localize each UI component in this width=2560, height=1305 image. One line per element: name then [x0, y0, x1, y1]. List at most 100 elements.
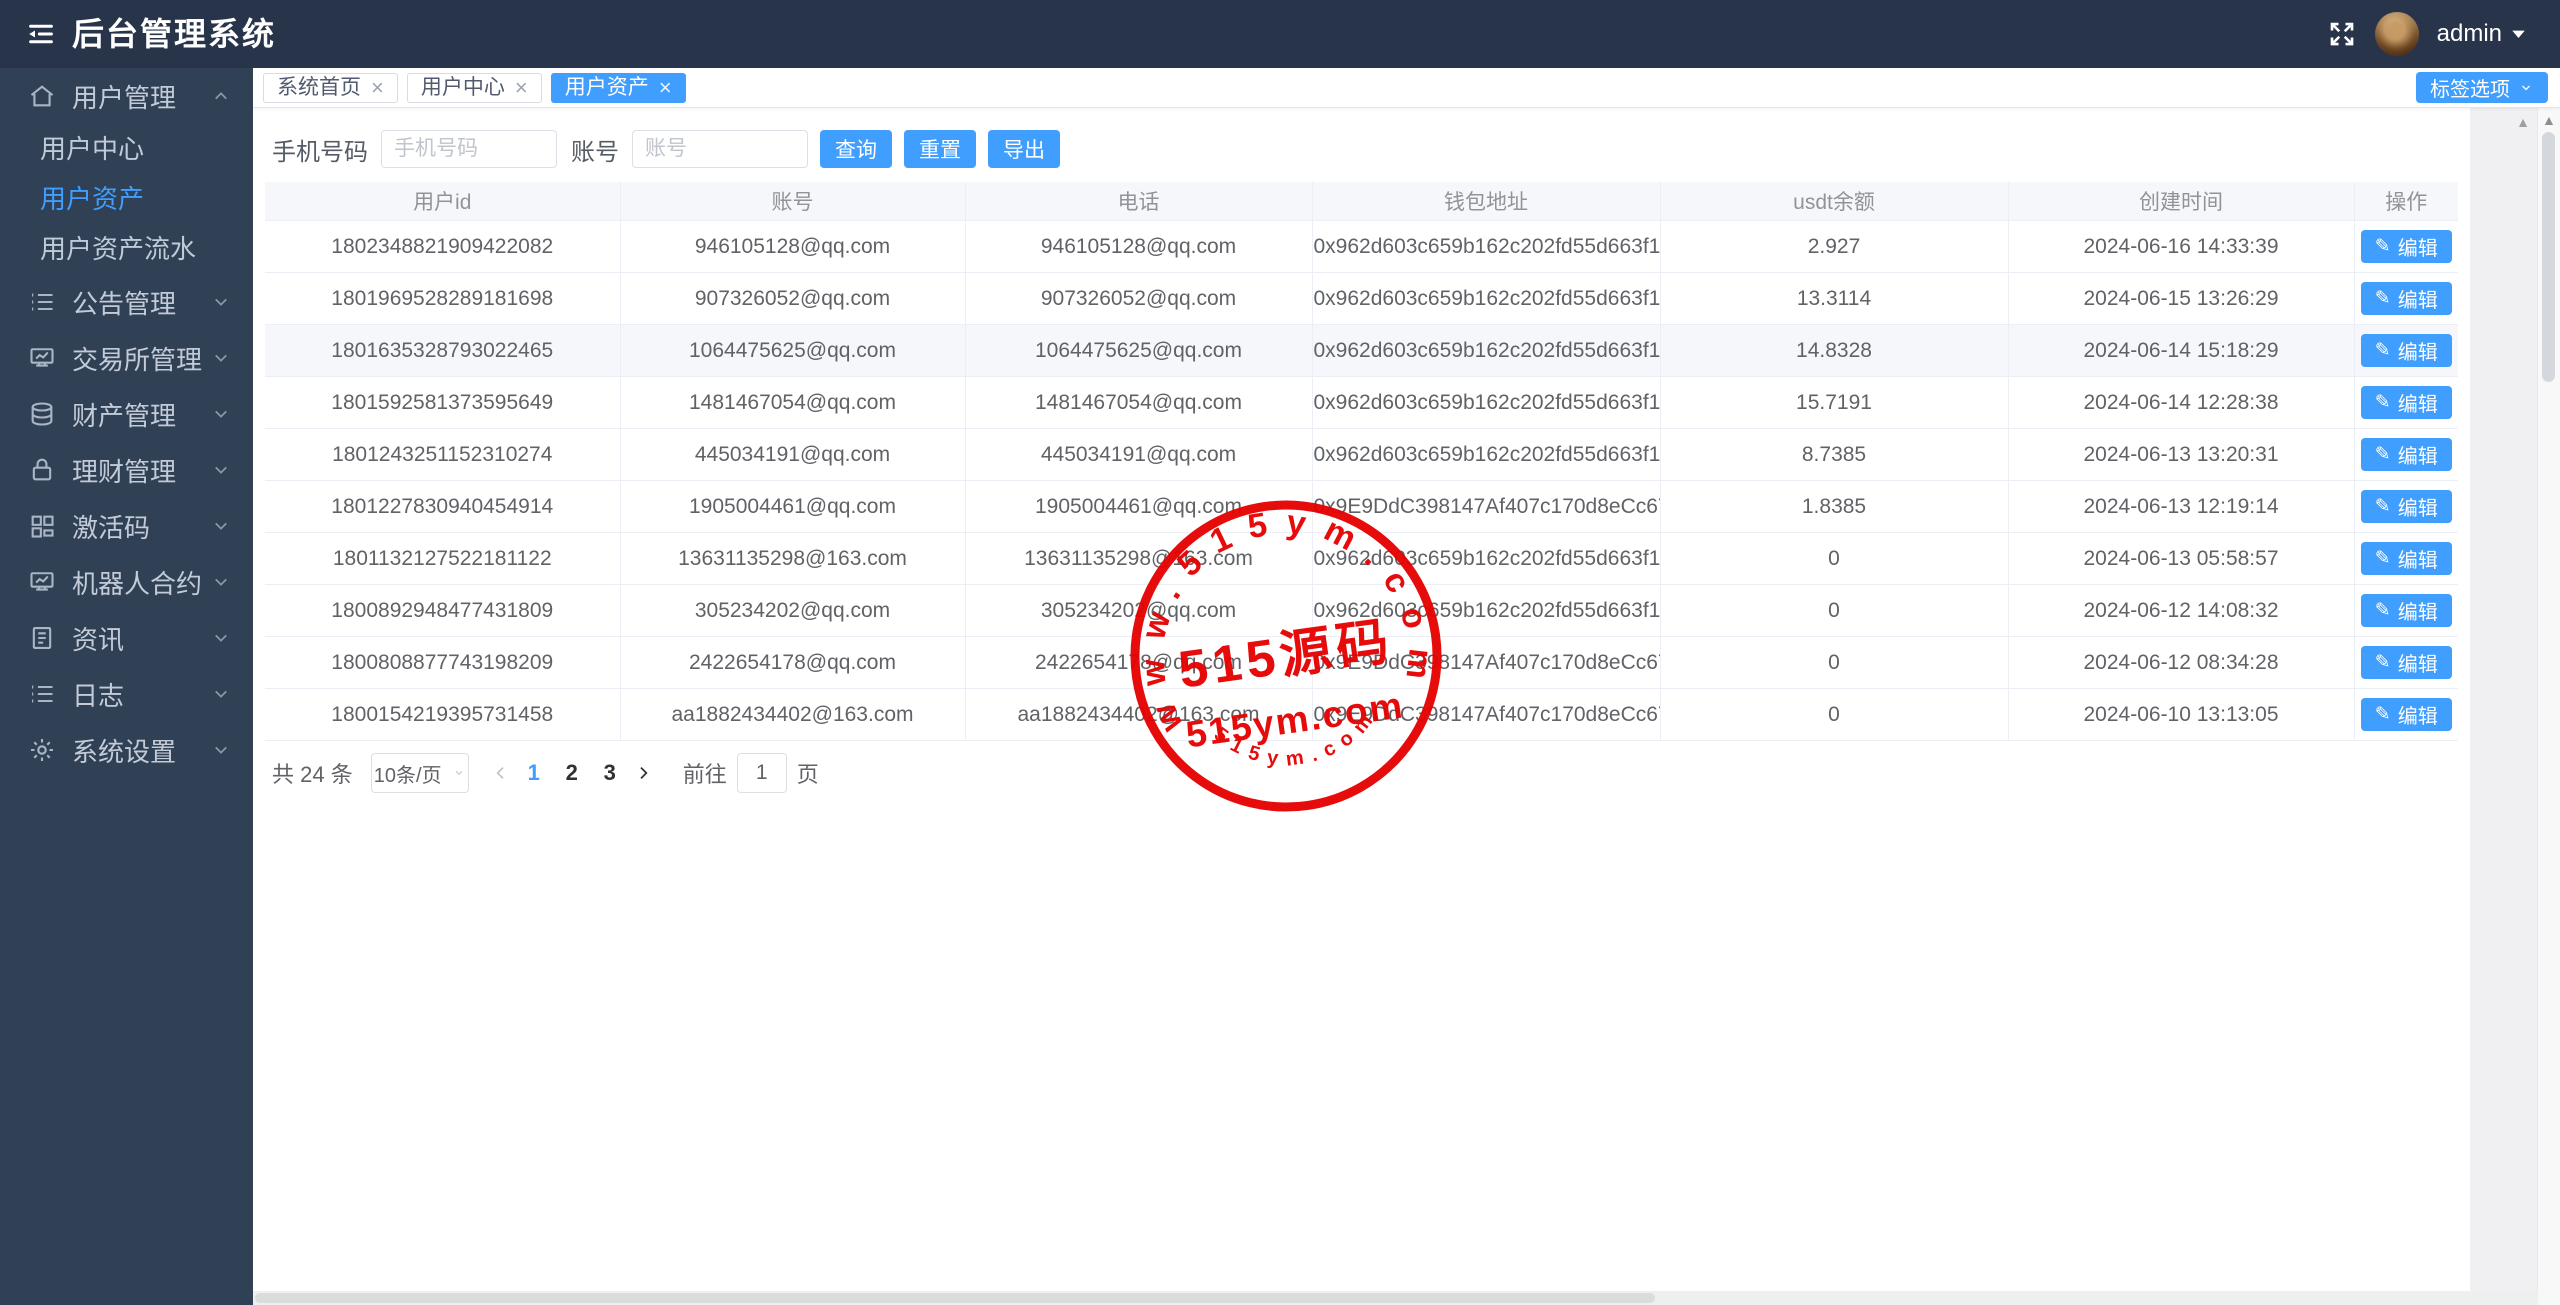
- tab-label: 用户资产: [565, 74, 649, 102]
- goto-label: 前往: [683, 757, 727, 789]
- scroll-up-icon[interactable]: ▲: [2542, 112, 2556, 128]
- user-menu[interactable]: admin: [2437, 20, 2526, 48]
- close-icon[interactable]: ×: [659, 77, 672, 99]
- chevron-down-icon: [452, 768, 466, 778]
- header-right: admin: [2327, 0, 2526, 68]
- lock-icon: [28, 456, 56, 484]
- sidebar-item-activation-code[interactable]: 激活码: [0, 498, 253, 554]
- vertical-scrollbar[interactable]: ▲: [2537, 108, 2560, 1305]
- cell-wallet: 0x962d603c659b162c202fd55d663f1d5d0db32a…: [1312, 273, 1660, 325]
- sidebar-subitem-0-0[interactable]: 用户中心: [0, 124, 253, 174]
- edit-button[interactable]: ✎编辑: [2361, 230, 2452, 263]
- sidebar-item-property-management[interactable]: 财产管理: [0, 386, 253, 442]
- inner-scroll-up-icon[interactable]: ▲: [2516, 114, 2530, 130]
- cell-created: 2024-06-13 13:20:31: [2008, 429, 2354, 481]
- chevron-down-icon: [211, 741, 231, 759]
- cell-created: 2024-06-16 14:33:39: [2008, 221, 2354, 273]
- horizontal-scrollbar[interactable]: [253, 1291, 2538, 1305]
- cell-wallet: 0x962d603c659b162c202fd55d663f1d5d0db32a…: [1312, 221, 1660, 273]
- pencil-icon: ✎: [2375, 443, 2391, 466]
- board-icon: [28, 344, 56, 372]
- list-icon: [28, 680, 56, 708]
- cell-created: 2024-06-10 13:13:05: [2008, 689, 2354, 741]
- search-button[interactable]: 查询: [820, 130, 892, 168]
- page-number-2[interactable]: 2: [553, 760, 591, 786]
- edit-button[interactable]: ✎编辑: [2361, 646, 2452, 679]
- sidebar-item-robot-contract[interactable]: 机器人合约: [0, 554, 253, 610]
- goto-page-input[interactable]: [737, 753, 787, 793]
- edit-button[interactable]: ✎编辑: [2361, 594, 2452, 627]
- fullscreen-icon[interactable]: [2327, 19, 2357, 49]
- sidebar-item-logs[interactable]: 日志: [0, 666, 253, 722]
- content-gutter: ▲: [2473, 108, 2538, 1291]
- table-row: 18008088777431982092422654178@qq.com2422…: [265, 637, 2458, 689]
- sidebar-item-finance-management[interactable]: 理财管理: [0, 442, 253, 498]
- phone-input[interactable]: [381, 130, 557, 168]
- vertical-scrollbar-thumb[interactable]: [2542, 132, 2555, 382]
- edit-button-label: 编辑: [2398, 440, 2438, 469]
- cell-created: 2024-06-15 13:26:29: [2008, 273, 2354, 325]
- edit-button-label: 编辑: [2398, 284, 2438, 313]
- avatar[interactable]: [2375, 12, 2419, 56]
- column-header-3: 钱包地址: [1312, 182, 1660, 221]
- chevron-up-icon: [211, 87, 231, 105]
- pencil-icon: ✎: [2375, 287, 2391, 310]
- cell-id: 1800808877743198209: [265, 637, 620, 689]
- edit-button[interactable]: ✎编辑: [2361, 334, 2452, 367]
- next-page-button[interactable]: [635, 765, 651, 781]
- sidebar-collapse-icon[interactable]: [26, 19, 56, 49]
- pencil-icon: ✎: [2375, 703, 2391, 726]
- tab-home[interactable]: 系统首页×: [263, 73, 398, 103]
- sidebar-item-news[interactable]: 资讯: [0, 610, 253, 666]
- edit-button[interactable]: ✎ 编辑: [2361, 282, 2452, 315]
- column-header-2: 电话: [965, 182, 1312, 221]
- cell-actions: ✎编辑: [2354, 637, 2458, 689]
- page-suffix: 页: [797, 757, 819, 789]
- reset-button[interactable]: 重置: [904, 130, 976, 168]
- page-number-1[interactable]: 1: [515, 760, 553, 786]
- sidebar-item-system-settings[interactable]: 系统设置: [0, 722, 253, 778]
- edit-button-label: 编辑: [2398, 544, 2438, 573]
- export-button[interactable]: 导出: [988, 130, 1060, 168]
- sidebar-subitem-0-2[interactable]: 用户资产流水: [0, 224, 253, 274]
- horizontal-scrollbar-thumb[interactable]: [255, 1293, 1655, 1303]
- sidebar-item-exchange-management[interactable]: 交易所管理: [0, 330, 253, 386]
- tab-user-assets[interactable]: 用户资产 ×: [551, 73, 686, 103]
- table-row: 1801969528289181698907326052@qq.com90732…: [265, 273, 2458, 325]
- cell-actions: ✎ 编辑: [2354, 273, 2458, 325]
- main-area: 系统首页×用户中心×用户资产× 标签选项 手机号码 账号 查询 重置 导出 用户…: [253, 68, 2560, 1305]
- close-icon[interactable]: ×: [515, 77, 528, 99]
- edit-button[interactable]: ✎编辑: [2361, 698, 2452, 731]
- edit-button[interactable]: ✎ 编辑: [2361, 438, 2452, 471]
- sidebar-item-label: 交易所管理: [72, 340, 202, 377]
- edit-button-label: 编辑: [2398, 492, 2438, 521]
- pencil-icon: ✎: [2375, 495, 2391, 518]
- page-size-select[interactable]: 10条/页: [371, 753, 469, 793]
- column-header-5: 创建时间: [2008, 182, 2354, 221]
- edit-button[interactable]: ✎ 编辑: [2361, 490, 2452, 523]
- account-input[interactable]: [632, 130, 808, 168]
- tab-bar: 系统首页× 用户中心× 用户资产 × 标签选项: [253, 68, 2560, 108]
- cell-actions: ✎编辑: [2354, 221, 2458, 273]
- sidebar-item-user-management[interactable]: 用户管理: [0, 68, 253, 124]
- tab-user-center[interactable]: 用户中心×: [407, 73, 542, 103]
- cell-usdt: 8.7385: [1660, 429, 2008, 481]
- cell-account: 445034191@qq.com: [620, 429, 965, 481]
- edit-button[interactable]: ✎编辑: [2361, 386, 2452, 419]
- cell-phone: 907326052@qq.com: [965, 273, 1312, 325]
- column-header-6: 操作: [2354, 182, 2458, 221]
- sidebar-item-announcement-management[interactable]: 公告管理: [0, 274, 253, 330]
- page-number-3[interactable]: 3: [591, 760, 629, 786]
- cell-usdt: 0: [1660, 533, 2008, 585]
- table-row: 1802348821909422082946105128@qq.com94610…: [265, 221, 2458, 273]
- cell-account: 1905004461@qq.com: [620, 481, 965, 533]
- edit-button[interactable]: ✎编辑: [2361, 542, 2452, 575]
- sidebar: 用户管理用户中心用户资产用户资产流水公告管理交易所管理财产管理理财管理激活码机器…: [0, 68, 253, 1305]
- sidebar-subitem-0-1[interactable]: 用户资产: [0, 174, 253, 224]
- prev-page-button[interactable]: [493, 765, 509, 781]
- close-icon[interactable]: ×: [371, 77, 384, 99]
- cell-wallet: 0x9E9DdC398147Af407c170d8eCc67aaea0EdE33…: [1312, 481, 1660, 533]
- table-row: 18012278309404549141905004461@qq.com1905…: [265, 481, 2458, 533]
- table-row: 180113212752218112213631135298@163.com13…: [265, 533, 2458, 585]
- tab-options-button[interactable]: 标签选项: [2416, 72, 2548, 103]
